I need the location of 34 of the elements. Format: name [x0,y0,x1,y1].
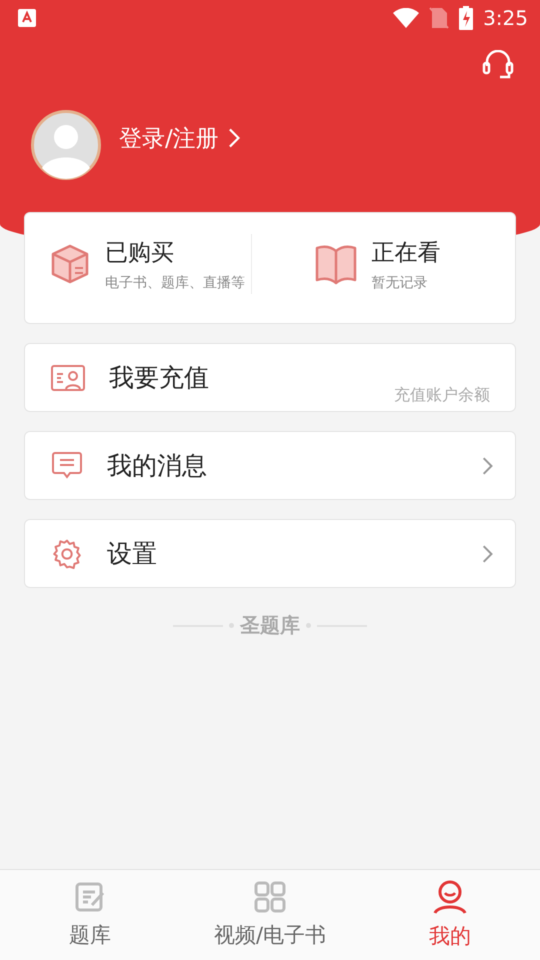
headset-icon[interactable] [482,50,514,80]
menu-label: 我的消息 [107,450,208,482]
wifi-icon [393,8,420,28]
nav-tab[interactable]: 我的 [360,870,540,960]
summary-title[interactable]: 已购买 [105,236,245,268]
avatar[interactable] [31,110,101,180]
menu-note: 充值账户余额 [394,385,490,406]
nav-tab[interactable]: 题库 [0,870,180,960]
menu-label: 设置 [107,538,158,570]
login-link[interactable]: 登录/注册 [119,122,240,154]
app-notification-icon [18,9,36,27]
chevron-icon [481,456,493,476]
menu-label: 我要充值 [109,362,210,394]
user-icon [432,880,468,914]
message-icon [51,450,83,480]
summary-subtitle: 电子书、题库、直播等 [105,274,245,292]
chevron-icon [226,127,240,149]
menu-row[interactable]: 设置 [24,519,516,588]
id-card-icon [51,364,85,390]
menu-row[interactable]: 我的消息 [24,431,516,500]
box-icon [49,243,91,285]
brand-text: 圣题库 [240,612,300,639]
status-time: 3:25 [483,6,528,30]
battery-icon [459,6,474,30]
no-sim-icon [429,7,450,29]
book-icon [314,243,358,285]
summary-title[interactable]: 正在看 [372,236,440,268]
nav-tab[interactable]: 视频/电子书 [180,870,360,960]
menu-row[interactable]: 我要充值 充值账户余额 [24,343,516,412]
grid-icon [254,881,286,913]
summary-subtitle: 暂无记录 [372,274,428,292]
settings-icon [51,538,83,570]
chevron-icon [481,544,493,564]
edit-icon [74,881,106,913]
